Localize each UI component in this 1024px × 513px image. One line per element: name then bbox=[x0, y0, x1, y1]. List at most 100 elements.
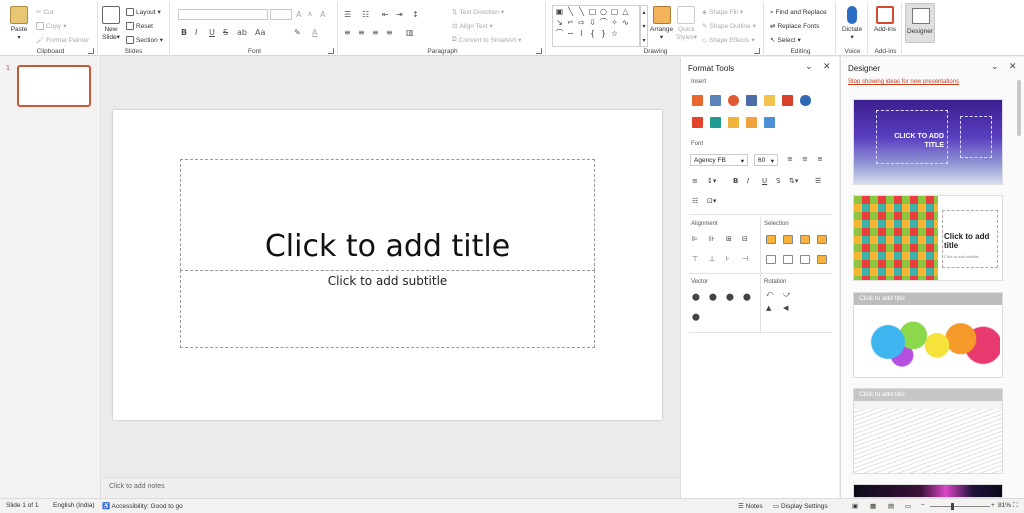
section-button[interactable]: Section ▾ bbox=[126, 36, 163, 44]
zoom-slider[interactable] bbox=[930, 503, 990, 510]
arrow-shape-icon[interactable]: ⇨ bbox=[576, 18, 587, 28]
grow-font-icon[interactable]: A bbox=[296, 10, 301, 19]
text-direction-icon[interactable]: ⇅▾ bbox=[789, 177, 798, 185]
design-idea-card[interactable]: Click to add title bbox=[853, 292, 1003, 378]
zoom-level[interactable]: 81% bbox=[998, 502, 1011, 509]
select-same-fill-icon[interactable] bbox=[766, 235, 776, 244]
textbox-options-icon[interactable]: ⊡▾ bbox=[707, 197, 716, 205]
language-indicator[interactable]: English (India) bbox=[53, 502, 95, 509]
distribute-objects-icon[interactable]: ⊟ bbox=[742, 235, 748, 243]
line-shape-icon[interactable]: ╲ bbox=[565, 7, 576, 17]
change-case-icon[interactable]: Aa bbox=[255, 28, 265, 37]
rectangle-shape-icon[interactable]: □ bbox=[587, 7, 598, 17]
new-slide-button[interactable]: New Slide▾ bbox=[102, 6, 120, 42]
line2-shape-icon[interactable]: ╲ bbox=[576, 7, 587, 17]
blocks-insert-icon[interactable] bbox=[782, 95, 793, 106]
highlight-icon[interactable]: ✎ bbox=[294, 28, 301, 37]
shrink-font-icon[interactable]: A bbox=[308, 11, 312, 18]
distribute-vertical-icon[interactable]: ⊣ bbox=[742, 255, 748, 263]
shapes-more-button[interactable]: ▴ ▾ ▾ bbox=[640, 5, 648, 47]
bold-button[interactable]: B bbox=[181, 28, 187, 37]
wave-shape-icon[interactable]: ∿ bbox=[620, 18, 631, 28]
triangle-shape-icon[interactable]: △ bbox=[620, 7, 631, 17]
align-objects-center-icon[interactable]: ⊞ bbox=[726, 235, 732, 243]
rotate-left-icon[interactable]: ⤺ bbox=[766, 290, 773, 299]
zoom-in-button[interactable]: + bbox=[991, 502, 995, 509]
combine-icon[interactable]: ⬤ bbox=[709, 293, 717, 301]
bullets-icon[interactable]: ☰ bbox=[815, 177, 821, 185]
font-size-combo[interactable] bbox=[270, 9, 292, 20]
quick-styles-button[interactable]: Quick Styles▾ bbox=[676, 6, 697, 42]
chart-insert-icon[interactable] bbox=[764, 117, 775, 128]
strikethrough-button[interactable]: S bbox=[223, 28, 228, 37]
align-right-icon[interactable]: ≡ bbox=[817, 155, 823, 163]
title-placeholder[interactable]: Click to add title bbox=[180, 159, 595, 271]
dictate-button[interactable]: Dictate ▾ bbox=[842, 6, 862, 42]
align-center-icon[interactable]: ≡ bbox=[802, 155, 808, 163]
list-insert-icon[interactable] bbox=[746, 117, 757, 128]
table-insert-icon[interactable] bbox=[692, 95, 703, 106]
increase-indent-icon[interactable]: ⇥ bbox=[396, 10, 403, 19]
sticky-note-insert-icon[interactable] bbox=[728, 117, 739, 128]
design-idea-card[interactable] bbox=[853, 484, 1003, 498]
arrange-button[interactable]: Arrange ▾ bbox=[650, 6, 673, 42]
normal-view-icon[interactable]: ▣ bbox=[852, 502, 858, 510]
brace-left-icon[interactable]: { bbox=[587, 29, 598, 39]
oval-shape-icon[interactable]: ○ bbox=[598, 7, 609, 17]
numbering-icon[interactable]: ☷ bbox=[692, 197, 698, 205]
underline-button[interactable]: U bbox=[209, 28, 215, 37]
map-insert-icon[interactable] bbox=[710, 117, 721, 128]
people-insert-icon[interactable] bbox=[728, 95, 739, 106]
smartart-button[interactable]: ⧉ Convert to SmartArt ▾ bbox=[452, 36, 521, 44]
zoom-out-button[interactable]: − bbox=[921, 502, 925, 509]
paste-button[interactable]: Paste ▾ bbox=[10, 6, 28, 42]
align-objects-right-icon[interactable]: ⊪ bbox=[709, 235, 715, 243]
font-name-dropdown[interactable]: Agency FB ▾ bbox=[690, 154, 748, 166]
designer-button[interactable]: Designer bbox=[905, 3, 935, 43]
intersect-icon[interactable]: ⬤ bbox=[743, 293, 751, 301]
replace-fonts-button[interactable]: ⇄ Replace Fonts bbox=[770, 22, 819, 30]
line-spacing-icon[interactable]: ↕ bbox=[412, 10, 419, 19]
slide[interactable]: Click to add title Click to add subtitle bbox=[113, 110, 662, 420]
notes-button[interactable]: ☰ Notes bbox=[738, 502, 763, 510]
picture-insert-icon[interactable] bbox=[710, 95, 721, 106]
flip-horizontal-icon[interactable]: ◀ bbox=[783, 304, 788, 312]
align-left-icon[interactable]: ≡ bbox=[787, 155, 793, 163]
arc-shape-icon[interactable]: ⌒ bbox=[598, 18, 609, 28]
font-color-icon[interactable]: A bbox=[312, 28, 317, 37]
clear-format-icon[interactable]: A bbox=[320, 10, 325, 19]
select-button[interactable]: ↖ Select ▾ bbox=[770, 36, 801, 44]
addins-button[interactable]: Add-ins bbox=[874, 6, 896, 34]
gallery-insert-icon[interactable] bbox=[746, 95, 757, 106]
down-arrow-shape-icon[interactable]: ⇩ bbox=[587, 18, 598, 28]
decrease-indent-icon[interactable]: ⇤ bbox=[382, 10, 389, 19]
subtitle-placeholder[interactable]: Click to add subtitle bbox=[180, 270, 595, 348]
union-icon[interactable]: ⬤ bbox=[692, 293, 700, 301]
ungroup-icon[interactable] bbox=[783, 255, 793, 264]
rounded-rect-shape-icon[interactable]: ▢ bbox=[609, 7, 620, 17]
notes-pane[interactable]: Click to add notes bbox=[102, 477, 680, 498]
shape-effects-button[interactable]: ◇ Shape Effects ▾ bbox=[702, 36, 755, 45]
drawing-launcher[interactable] bbox=[754, 48, 760, 54]
align-left-icon[interactable]: ≡ bbox=[344, 28, 351, 37]
display-settings-button[interactable]: ▭ Display Settings bbox=[773, 502, 828, 510]
scribble-shape-icon[interactable]: ⌇ bbox=[576, 29, 587, 39]
zoom-slider-thumb[interactable] bbox=[951, 503, 954, 510]
subtract-icon[interactable]: ⬤ bbox=[692, 313, 700, 321]
shield-insert-icon[interactable] bbox=[800, 95, 811, 106]
justify-icon[interactable]: ≡ bbox=[692, 177, 698, 185]
align-right-icon[interactable]: ≡ bbox=[372, 28, 379, 37]
elbow-shape-icon[interactable]: ⌐ bbox=[565, 18, 576, 28]
stop-showing-ideas-link[interactable]: Stop showing ideas for new presentations bbox=[848, 79, 959, 85]
format-painter-button[interactable]: 🖌 Format Painter bbox=[36, 36, 89, 44]
align-center-icon[interactable]: ≡ bbox=[358, 28, 365, 37]
star-small-icon[interactable]: ✧ bbox=[609, 18, 620, 28]
clipboard-launcher[interactable] bbox=[88, 48, 94, 54]
rotate-right-icon[interactable]: ⤻ bbox=[783, 290, 790, 299]
fit-to-window-icon[interactable]: ⛶ bbox=[1013, 502, 1018, 510]
align-objects-middle-icon[interactable]: ⊦ bbox=[726, 255, 730, 263]
fragment-icon[interactable]: ⬤ bbox=[726, 293, 734, 301]
bullets-icon[interactable]: ☰ bbox=[344, 10, 351, 19]
folder-insert-icon[interactable] bbox=[764, 95, 775, 106]
bold-icon[interactable]: B bbox=[733, 177, 738, 185]
